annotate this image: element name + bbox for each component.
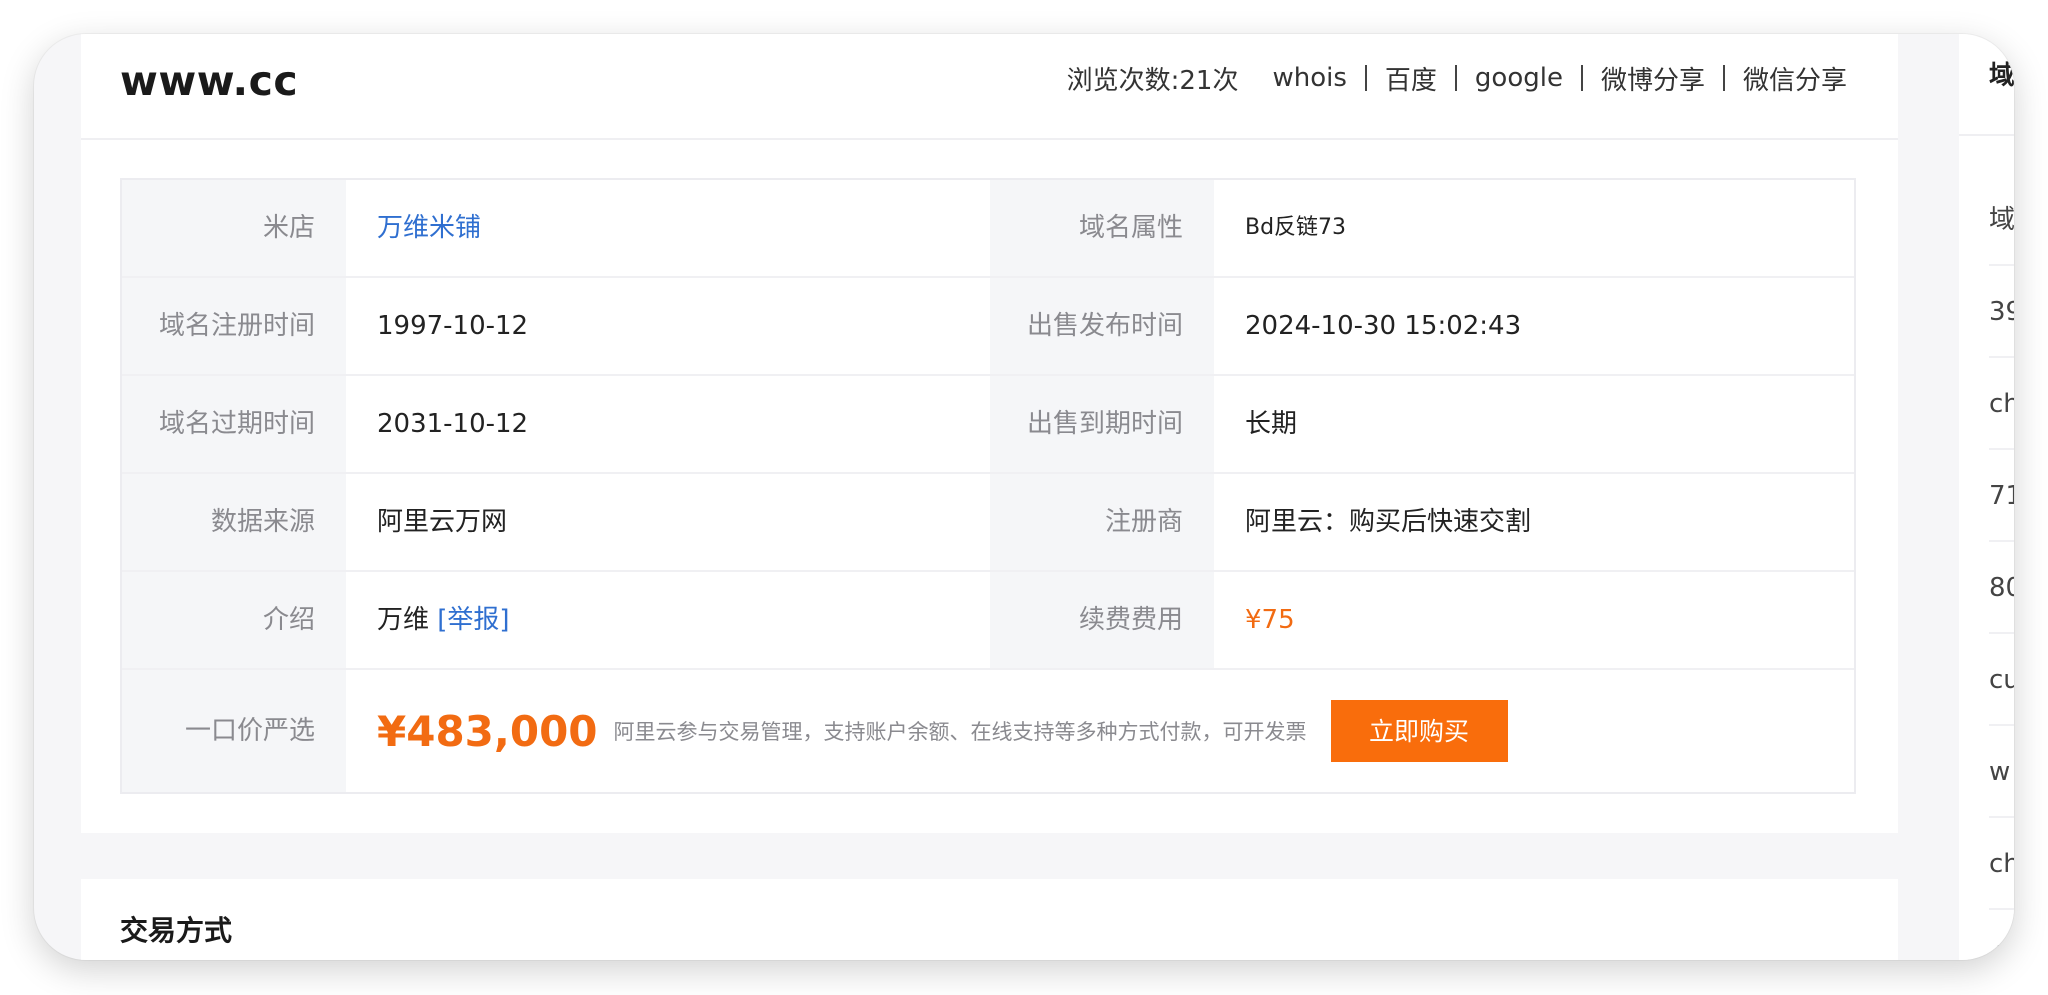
divider [1454, 65, 1457, 91]
table-row: 域名过期时间 2031-10-12 出售到期时间 长期 [122, 376, 1854, 474]
registrar-label: 注册商 [990, 474, 1214, 570]
report-link[interactable]: [举报] [437, 605, 509, 635]
domain-detail-card: www.cc 浏览次数:21次 whois 百度 google 微博分享 微信分… [81, 34, 1898, 833]
registration-date-label: 域名注册时间 [122, 278, 346, 374]
wechat-share-link[interactable]: 微信分享 [1743, 60, 1847, 97]
list-item[interactable]: 71 [1989, 450, 2014, 542]
list-item[interactable]: 80 [1989, 542, 2014, 634]
divider [1722, 65, 1725, 91]
listing-date-label: 出售发布时间 [990, 278, 1214, 374]
domain-info-table: 米店 万维米铺 域名属性 Bd反链73 域名注册时间 1997-10-12 出售… [120, 178, 1856, 794]
list-item[interactable]: cu [1989, 634, 2014, 726]
list-item[interactable]: ch [1989, 818, 2014, 910]
sidebar-title: 域 [1989, 61, 2014, 91]
price-value-group: ¥483,000 阿里云参与交易管理，支持账户余额、在线支持等多种方式付款，可开… [346, 670, 1508, 792]
data-source-value: 阿里云万网 [377, 507, 508, 537]
whois-link[interactable]: whois [1272, 63, 1346, 93]
renewal-fee-label: 续费费用 [990, 572, 1214, 668]
browser-frame: www.cc 浏览次数:21次 whois 百度 google 微博分享 微信分… [34, 34, 2014, 960]
data-source-label: 数据来源 [122, 474, 346, 570]
price-amount: ¥483,000 [377, 706, 598, 756]
sidebar-header: 域 [1959, 34, 2014, 136]
table-row: 米店 万维米铺 域名属性 Bd反链73 [122, 180, 1854, 278]
header-links: 浏览次数:21次 whois 百度 google 微博分享 微信分享 [1067, 52, 1847, 104]
trade-method-card: 交易方式 [81, 879, 1898, 960]
list-item[interactable]: 41 [1989, 910, 2014, 960]
shop-link[interactable]: 万维米铺 [346, 180, 990, 276]
divider [1364, 65, 1367, 91]
listing-expiry-label: 出售到期时间 [990, 376, 1214, 472]
view-count: 浏览次数:21次 [1066, 65, 1239, 96]
table-row: 介绍 万维 [举报] 续费费用 ¥75 [122, 572, 1854, 670]
renewal-fee-value: ¥75 [1245, 605, 1295, 635]
table-row: 数据来源 阿里云万网 注册商 阿里云：购买后快速交割 [122, 474, 1854, 572]
table-row: 域名注册时间 1997-10-12 出售发布时间 2024-10-30 15:0… [122, 278, 1854, 376]
price-description: 阿里云参与交易管理，支持账户余额、在线支持等多种方式付款，可开发票 [613, 720, 1307, 744]
buy-now-button[interactable]: 立即购买 [1330, 700, 1508, 762]
list-item[interactable]: 域 [1989, 174, 2014, 266]
intro-label: 介绍 [122, 572, 346, 668]
domain-attribute-label: 域名属性 [990, 180, 1214, 276]
registration-date-value: 1997-10-12 [377, 311, 529, 341]
list-item[interactable]: 39 [1989, 266, 2014, 358]
detail-header: www.cc 浏览次数:21次 whois 百度 google 微博分享 微信分… [81, 34, 1898, 140]
expiry-date-label: 域名过期时间 [122, 376, 346, 472]
price-label: 一口价严选 [122, 670, 346, 792]
list-item[interactable]: w [1989, 726, 2014, 818]
divider [1580, 65, 1583, 91]
domain-attribute-value: Bd反链73 [1245, 215, 1347, 240]
listing-date-value: 2024-10-30 15:02:43 [1245, 311, 1522, 341]
listing-expiry-value: 长期 [1245, 409, 1298, 439]
trade-method-title: 交易方式 [120, 914, 233, 947]
weibo-share-link[interactable]: 微博分享 [1601, 60, 1705, 97]
sidebar-card: 域 域 39 ch 71 80 cu w ch 41 [1959, 34, 2014, 960]
intro-value: 万维 [举报] [346, 572, 990, 668]
domain-title: www.cc [120, 57, 299, 105]
intro-text: 万维 [377, 605, 430, 635]
baidu-link[interactable]: 百度 [1385, 60, 1437, 97]
registrar-value: 阿里云：购买后快速交割 [1245, 507, 1532, 537]
expiry-date-value: 2031-10-12 [377, 409, 529, 439]
google-link[interactable]: google [1475, 63, 1563, 93]
list-item[interactable]: ch [1989, 358, 2014, 450]
price-row: 一口价严选 ¥483,000 阿里云参与交易管理，支持账户余额、在线支持等多种方… [122, 670, 1854, 792]
shop-label: 米店 [122, 180, 346, 276]
